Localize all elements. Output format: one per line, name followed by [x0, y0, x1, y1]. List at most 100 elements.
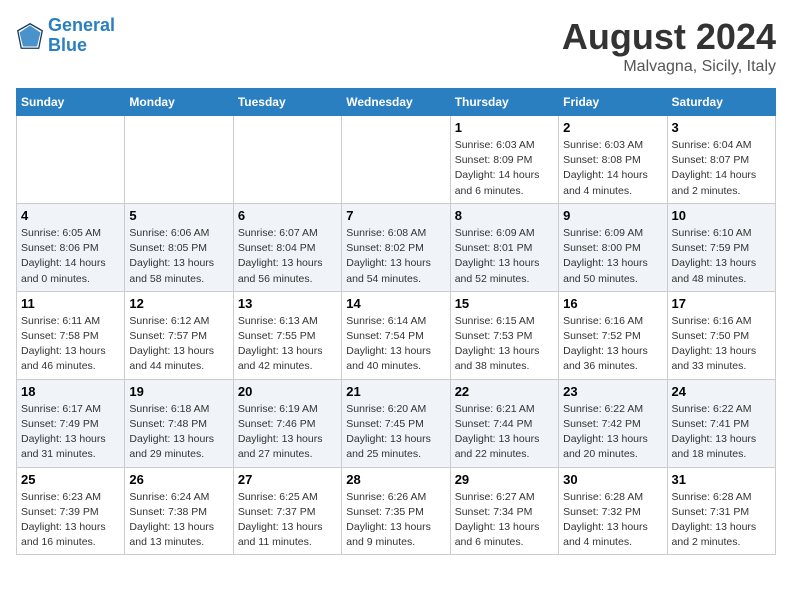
day-info: Sunrise: 6:17 AM Sunset: 7:49 PM Dayligh…	[21, 402, 120, 463]
weekday-header-sunday: Sunday	[17, 89, 125, 116]
calendar-cell: 19 Sunrise: 6:18 AM Sunset: 7:48 PM Dayli…	[125, 379, 233, 467]
calendar-cell: 24 Sunrise: 6:22 AM Sunset: 7:41 PM Dayli…	[667, 379, 775, 467]
day-info: Sunrise: 6:03 AM Sunset: 8:09 PM Dayligh…	[455, 138, 554, 199]
day-info: Sunrise: 6:16 AM Sunset: 7:50 PM Dayligh…	[672, 314, 771, 375]
day-number: 1	[455, 120, 554, 135]
day-number: 18	[21, 384, 120, 399]
day-info: Sunrise: 6:26 AM Sunset: 7:35 PM Dayligh…	[346, 490, 445, 551]
weekday-header-friday: Friday	[559, 89, 667, 116]
day-number: 12	[129, 296, 228, 311]
logo-text: General Blue	[48, 16, 115, 56]
day-info: Sunrise: 6:09 AM Sunset: 8:01 PM Dayligh…	[455, 226, 554, 287]
day-number: 26	[129, 472, 228, 487]
calendar-cell: 13Sunrise: 6:13 AM Sunset: 7:55 PM Dayli…	[233, 291, 341, 379]
calendar-cell: 2Sunrise: 6:03 AM Sunset: 8:08 PM Daylig…	[559, 116, 667, 204]
day-info: Sunrise: 6:03 AM Sunset: 8:08 PM Dayligh…	[563, 138, 662, 199]
day-number: 14	[346, 296, 445, 311]
location: Malvagna, Sicily, Italy	[562, 58, 776, 76]
week-row-2: 4 Sunrise: 6:05 AM Sunset: 8:06 PM Daylig…	[17, 203, 776, 291]
calendar-cell: 11Sunrise: 6:11 AM Sunset: 7:58 PM Dayli…	[17, 291, 125, 379]
day-number: 24	[672, 384, 771, 399]
day-number: 11	[21, 296, 120, 311]
day-info: Sunrise: 6:22 AM Sunset: 7:41 PM Dayligh…	[672, 402, 771, 463]
day-number: 31	[672, 472, 771, 487]
calendar-cell: 8 Sunrise: 6:09 AM Sunset: 8:01 PM Daylig…	[450, 203, 558, 291]
calendar-cell: 22 Sunrise: 6:21 AM Sunset: 7:44 PM Dayli…	[450, 379, 558, 467]
calendar-cell: 14Sunrise: 6:14 AM Sunset: 7:54 PM Dayli…	[342, 291, 450, 379]
calendar-cell: 16 Sunrise: 6:16 AM Sunset: 7:52 PM Dayli…	[559, 291, 667, 379]
calendar-cell: 1 Sunrise: 6:03 AM Sunset: 8:09 PM Daylig…	[450, 116, 558, 204]
calendar-cell: 23 Sunrise: 6:22 AM Sunset: 7:42 PM Dayli…	[559, 379, 667, 467]
day-info: Sunrise: 6:23 AM Sunset: 7:39 PM Dayligh…	[21, 490, 120, 551]
logo-icon	[16, 22, 44, 50]
day-number: 21	[346, 384, 445, 399]
page-header: General Blue August 2024 Malvagna, Sicil…	[16, 16, 776, 76]
day-info: Sunrise: 6:16 AM Sunset: 7:52 PM Dayligh…	[563, 314, 662, 375]
logo: General Blue	[16, 16, 115, 56]
calendar-cell: 12 Sunrise: 6:12 AM Sunset: 7:57 PM Dayli…	[125, 291, 233, 379]
day-number: 25	[21, 472, 120, 487]
weekday-header-row: SundayMondayTuesdayWednesdayThursdayFrid…	[17, 89, 776, 116]
calendar-cell: 20Sunrise: 6:19 AM Sunset: 7:46 PM Dayli…	[233, 379, 341, 467]
logo-line2: Blue	[48, 35, 87, 55]
day-info: Sunrise: 6:18 AM Sunset: 7:48 PM Dayligh…	[129, 402, 228, 463]
day-info: Sunrise: 6:22 AM Sunset: 7:42 PM Dayligh…	[563, 402, 662, 463]
day-info: Sunrise: 6:25 AM Sunset: 7:37 PM Dayligh…	[238, 490, 337, 551]
week-row-4: 18 Sunrise: 6:17 AM Sunset: 7:49 PM Dayli…	[17, 379, 776, 467]
day-number: 27	[238, 472, 337, 487]
day-info: Sunrise: 6:21 AM Sunset: 7:44 PM Dayligh…	[455, 402, 554, 463]
weekday-header-thursday: Thursday	[450, 89, 558, 116]
calendar-cell: 21 Sunrise: 6:20 AM Sunset: 7:45 PM Dayli…	[342, 379, 450, 467]
calendar-cell: 3Sunrise: 6:04 AM Sunset: 8:07 PM Daylig…	[667, 116, 775, 204]
day-info: Sunrise: 6:15 AM Sunset: 7:53 PM Dayligh…	[455, 314, 554, 375]
day-number: 19	[129, 384, 228, 399]
day-info: Sunrise: 6:13 AM Sunset: 7:55 PM Dayligh…	[238, 314, 337, 375]
month-title: August 2024	[562, 16, 776, 58]
calendar-cell: 18 Sunrise: 6:17 AM Sunset: 7:49 PM Dayli…	[17, 379, 125, 467]
day-info: Sunrise: 6:06 AM Sunset: 8:05 PM Dayligh…	[129, 226, 228, 287]
day-info: Sunrise: 6:05 AM Sunset: 8:06 PM Dayligh…	[21, 226, 120, 287]
weekday-header-monday: Monday	[125, 89, 233, 116]
day-number: 17	[672, 296, 771, 311]
week-row-3: 11Sunrise: 6:11 AM Sunset: 7:58 PM Dayli…	[17, 291, 776, 379]
calendar-cell: 29 Sunrise: 6:27 AM Sunset: 7:34 PM Dayli…	[450, 467, 558, 555]
calendar-cell: 7Sunrise: 6:08 AM Sunset: 8:02 PM Daylig…	[342, 203, 450, 291]
calendar-cell: 26 Sunrise: 6:24 AM Sunset: 7:38 PM Dayli…	[125, 467, 233, 555]
calendar-cell: 5 Sunrise: 6:06 AM Sunset: 8:05 PM Daylig…	[125, 203, 233, 291]
day-number: 10	[672, 208, 771, 223]
week-row-5: 25 Sunrise: 6:23 AM Sunset: 7:39 PM Dayli…	[17, 467, 776, 555]
calendar-cell	[125, 116, 233, 204]
day-info: Sunrise: 6:28 AM Sunset: 7:32 PM Dayligh…	[563, 490, 662, 551]
day-number: 5	[129, 208, 228, 223]
day-number: 16	[563, 296, 662, 311]
day-info: Sunrise: 6:28 AM Sunset: 7:31 PM Dayligh…	[672, 490, 771, 551]
calendar-cell: 27 Sunrise: 6:25 AM Sunset: 7:37 PM Dayli…	[233, 467, 341, 555]
day-info: Sunrise: 6:20 AM Sunset: 7:45 PM Dayligh…	[346, 402, 445, 463]
weekday-header-wednesday: Wednesday	[342, 89, 450, 116]
week-row-1: 1 Sunrise: 6:03 AM Sunset: 8:09 PM Daylig…	[17, 116, 776, 204]
calendar-cell: 30Sunrise: 6:28 AM Sunset: 7:32 PM Dayli…	[559, 467, 667, 555]
calendar-cell: 15 Sunrise: 6:15 AM Sunset: 7:53 PM Dayli…	[450, 291, 558, 379]
day-number: 3	[672, 120, 771, 135]
calendar-cell	[17, 116, 125, 204]
day-info: Sunrise: 6:27 AM Sunset: 7:34 PM Dayligh…	[455, 490, 554, 551]
day-info: Sunrise: 6:10 AM Sunset: 7:59 PM Dayligh…	[672, 226, 771, 287]
calendar-cell: 4 Sunrise: 6:05 AM Sunset: 8:06 PM Daylig…	[17, 203, 125, 291]
day-number: 8	[455, 208, 554, 223]
calendar-cell: 28Sunrise: 6:26 AM Sunset: 7:35 PM Dayli…	[342, 467, 450, 555]
calendar-cell: 9 Sunrise: 6:09 AM Sunset: 8:00 PM Daylig…	[559, 203, 667, 291]
day-number: 4	[21, 208, 120, 223]
day-number: 20	[238, 384, 337, 399]
day-info: Sunrise: 6:07 AM Sunset: 8:04 PM Dayligh…	[238, 226, 337, 287]
day-number: 29	[455, 472, 554, 487]
day-number: 15	[455, 296, 554, 311]
calendar-cell: 17 Sunrise: 6:16 AM Sunset: 7:50 PM Dayli…	[667, 291, 775, 379]
day-info: Sunrise: 6:09 AM Sunset: 8:00 PM Dayligh…	[563, 226, 662, 287]
day-info: Sunrise: 6:24 AM Sunset: 7:38 PM Dayligh…	[129, 490, 228, 551]
day-number: 23	[563, 384, 662, 399]
day-info: Sunrise: 6:12 AM Sunset: 7:57 PM Dayligh…	[129, 314, 228, 375]
title-block: August 2024 Malvagna, Sicily, Italy	[562, 16, 776, 76]
day-number: 9	[563, 208, 662, 223]
day-number: 22	[455, 384, 554, 399]
calendar-table: SundayMondayTuesdayWednesdayThursdayFrid…	[16, 88, 776, 555]
